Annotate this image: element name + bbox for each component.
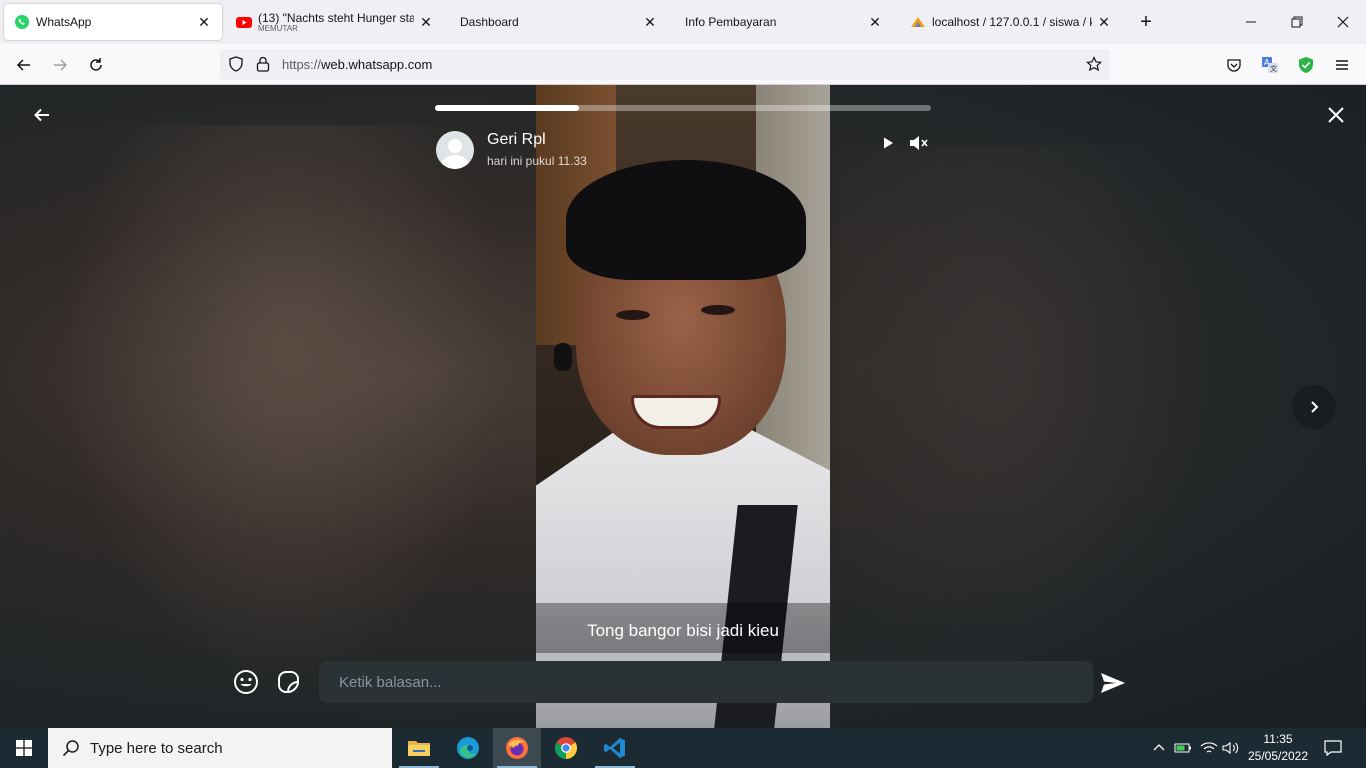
adblock-shield-icon[interactable] — [1293, 52, 1319, 78]
notification-icon[interactable] — [1320, 728, 1346, 768]
search-placeholder: Type here to search — [90, 739, 223, 757]
minimize-button[interactable] — [1228, 0, 1274, 44]
back-button[interactable] — [11, 52, 37, 78]
address-bar[interactable]: https://web.whatsapp.com — [220, 49, 1110, 80]
send-icon[interactable] — [1098, 669, 1128, 697]
restore-button[interactable] — [1274, 0, 1320, 44]
file-explorer-taskbar-icon[interactable] — [395, 728, 443, 768]
close-icon[interactable] — [1324, 103, 1348, 127]
status-viewer: Geri Rpl hari ini pukul 11.33 Tong bango… — [0, 85, 1366, 728]
whatsapp-icon — [14, 14, 30, 30]
close-tab-icon[interactable]: ✕ — [196, 14, 212, 30]
browser-tab-strip: WhatsApp ✕ (13) "Nachts steht Hunger sta… — [0, 0, 1366, 44]
reload-button[interactable] — [83, 52, 109, 78]
tab-title: Dashboard — [460, 15, 519, 29]
translate-icon[interactable]: A文 — [1257, 52, 1283, 78]
tab-youtube[interactable]: (13) "Nachts steht Hunger starr MEMUTAR … — [226, 4, 444, 40]
emoji-icon[interactable] — [232, 668, 260, 696]
close-tab-icon[interactable]: ✕ — [418, 14, 434, 30]
bookmark-star-icon[interactable] — [1086, 56, 1102, 75]
edge-taskbar-icon[interactable] — [444, 728, 492, 768]
forward-button[interactable] — [47, 52, 73, 78]
blurred-background — [840, 145, 1220, 685]
tab-dashboard[interactable]: Dashboard ✕ — [450, 4, 668, 40]
new-tab-button[interactable]: + — [1136, 10, 1156, 34]
tab-playing-label: MEMUTAR — [258, 24, 298, 33]
contact-name[interactable]: Geri Rpl — [487, 131, 546, 149]
shield-icon[interactable] — [228, 56, 244, 75]
phpmyadmin-icon — [910, 14, 926, 30]
status-caption: Tong bangor bisi jadi kieu — [587, 621, 779, 640]
youtube-icon — [236, 14, 252, 30]
pocket-icon[interactable] — [1221, 52, 1247, 78]
chevron-right-icon — [1311, 401, 1319, 413]
tab-whatsapp[interactable]: WhatsApp ✕ — [4, 4, 222, 40]
blurred-background — [60, 125, 510, 685]
status-timestamp: hari ini pukul 11.33 — [487, 154, 587, 168]
earbud — [554, 343, 572, 371]
windows-start-button[interactable] — [0, 728, 48, 768]
browser-nav-bar: https://web.whatsapp.com A文 — [0, 44, 1366, 85]
sticker-icon[interactable] — [274, 668, 302, 696]
url-text[interactable]: https://web.whatsapp.com — [282, 57, 432, 72]
next-status-button[interactable] — [1292, 385, 1336, 429]
wifi-icon[interactable] — [1198, 728, 1220, 768]
tab-phpmyadmin[interactable]: localhost / 127.0.0.1 / siswa / ke ✕ — [900, 4, 1122, 40]
avatar[interactable] — [436, 131, 474, 169]
close-tab-icon[interactable]: ✕ — [1096, 14, 1112, 30]
menu-icon[interactable] — [1329, 52, 1355, 78]
mute-icon[interactable] — [906, 132, 932, 154]
reply-input[interactable] — [319, 661, 1093, 703]
battery-icon[interactable] — [1172, 728, 1194, 768]
tab-title: (13) "Nachts steht Hunger starr — [258, 11, 414, 25]
close-tab-icon[interactable]: ✕ — [867, 14, 883, 30]
chrome-taskbar-icon[interactable] — [542, 728, 590, 768]
close-window-button[interactable] — [1320, 0, 1366, 44]
tab-title: localhost / 127.0.0.1 / siswa / ke — [932, 15, 1092, 29]
status-progress-bar — [435, 105, 931, 111]
firefox-taskbar-icon[interactable] — [493, 728, 541, 768]
search-icon — [62, 739, 80, 757]
tab-info-pembayaran[interactable]: Info Pembayaran ✕ — [675, 4, 893, 40]
svg-text:文: 文 — [1270, 64, 1277, 73]
lock-icon[interactable] — [256, 56, 270, 75]
tab-title: WhatsApp — [36, 15, 92, 29]
close-tab-icon[interactable]: ✕ — [642, 14, 658, 30]
taskbar-search-box[interactable]: Type here to search — [48, 728, 392, 768]
windows-taskbar: Type here to search 11:35 25/05/2022 — [0, 728, 1366, 768]
taskbar-clock[interactable]: 11:35 25/05/2022 — [1244, 731, 1312, 765]
back-arrow-icon[interactable] — [30, 103, 54, 127]
vscode-taskbar-icon[interactable] — [591, 728, 639, 768]
volume-icon[interactable] — [1220, 728, 1242, 768]
status-progress-fill — [435, 105, 579, 111]
clock-time: 11:35 — [1263, 732, 1293, 746]
reply-field[interactable] — [319, 661, 1093, 703]
chevron-up-icon[interactable] — [1150, 728, 1168, 768]
tab-title: Info Pembayaran — [685, 15, 777, 29]
play-icon[interactable] — [878, 133, 898, 153]
windows-logo-icon — [16, 740, 32, 756]
clock-date: 25/05/2022 — [1247, 749, 1309, 763]
